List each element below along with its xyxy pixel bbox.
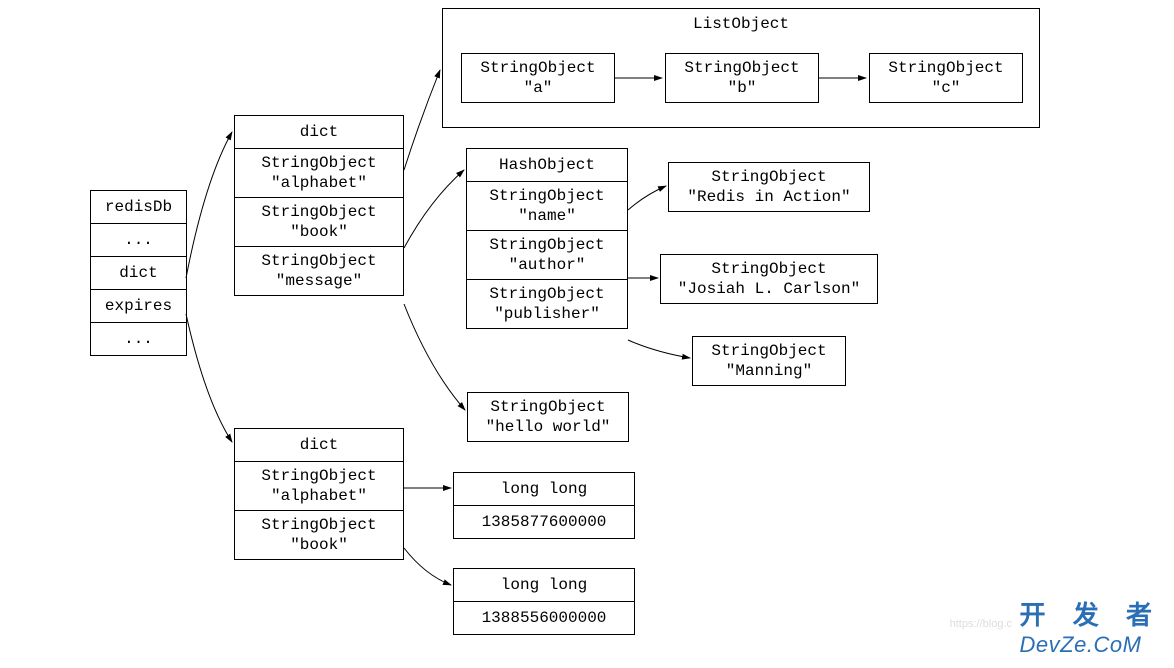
value-label: "a" (524, 79, 553, 97)
type-label: StringObject (711, 168, 826, 186)
type-label: StringObject (684, 59, 799, 77)
type-label: StringObject (261, 203, 376, 221)
value-label: "book" (290, 223, 348, 241)
list-item: StringObject "b" (665, 53, 819, 103)
value-label: "publisher" (494, 305, 600, 323)
watermark: https://blog.c 开 发 者 DevZe.CoM (1020, 595, 1162, 658)
value-label: "alphabet" (271, 487, 367, 505)
type-label: StringObject (489, 236, 604, 254)
redisdb-row: ... (91, 322, 186, 355)
expires-value: long long 1385877600000 (453, 472, 635, 539)
value-label: "alphabet" (271, 174, 367, 192)
watermark-en: DevZe.CoM (1020, 632, 1162, 658)
type-label: StringObject (490, 398, 605, 416)
dict-expires-box: dict StringObject "alphabet" StringObject… (234, 428, 404, 560)
watermark-faint: https://blog.c (950, 618, 1012, 630)
message-value: StringObject "hello world" (467, 392, 629, 442)
hash-field: StringObject "publisher" (467, 279, 627, 328)
listobject-title: ListObject (443, 9, 1039, 35)
redisdb-row: expires (91, 289, 186, 322)
dict-main-box: dict StringObject "alphabet" StringObject… (234, 115, 404, 296)
value-label: 1385877600000 (454, 505, 634, 538)
type-label: StringObject (261, 154, 376, 172)
value-label: "c" (932, 79, 961, 97)
hash-field: StringObject "author" (467, 230, 627, 279)
dict-key: StringObject "book" (235, 197, 403, 246)
hashobject-title: HashObject (467, 149, 627, 181)
dict-key: StringObject "message" (235, 246, 403, 295)
type-label: StringObject (489, 285, 604, 303)
type-label: StringObject (711, 260, 826, 278)
watermark-cn: 开 发 者 (1020, 595, 1162, 632)
type-label: long long (454, 569, 634, 601)
type-label: StringObject (888, 59, 1003, 77)
type-label: long long (454, 473, 634, 505)
dict-main-title: dict (235, 116, 403, 148)
hash-value: StringObject "Josiah L. Carlson" (660, 254, 878, 304)
redisdb-row: dict (91, 256, 186, 289)
listobject-box: ListObject StringObject "a" StringObject "… (442, 8, 1040, 128)
value-label: "Josiah L. Carlson" (678, 280, 860, 298)
value-label: 1388556000000 (454, 601, 634, 634)
redisdb-title: redisDb (91, 191, 186, 223)
type-label: StringObject (480, 59, 595, 77)
dict-key: StringObject "alphabet" (235, 461, 403, 510)
value-label: "hello world" (486, 418, 611, 436)
redisdb-row: ... (91, 223, 186, 256)
hash-value: StringObject "Manning" (692, 336, 846, 386)
value-label: "message" (276, 272, 362, 290)
list-item: StringObject "a" (461, 53, 615, 103)
dict-expires-title: dict (235, 429, 403, 461)
type-label: StringObject (261, 252, 376, 270)
value-label: "Manning" (726, 362, 812, 380)
dict-key: StringObject "book" (235, 510, 403, 559)
list-item: StringObject "c" (869, 53, 1023, 103)
dict-key: StringObject "alphabet" (235, 148, 403, 197)
expires-value: long long 1388556000000 (453, 568, 635, 635)
type-label: StringObject (489, 187, 604, 205)
type-label: StringObject (261, 467, 376, 485)
hash-field: StringObject "name" (467, 181, 627, 230)
value-label: "book" (290, 536, 348, 554)
value-label: "author" (509, 256, 586, 274)
value-label: "name" (518, 207, 576, 225)
hash-value: StringObject "Redis in Action" (668, 162, 870, 212)
type-label: StringObject (711, 342, 826, 360)
redisdb-box: redisDb ... dict expires ... (90, 190, 187, 356)
type-label: StringObject (261, 516, 376, 534)
hashobject-box: HashObject StringObject "name" StringObje… (466, 148, 628, 329)
value-label: "b" (728, 79, 757, 97)
value-label: "Redis in Action" (687, 188, 850, 206)
